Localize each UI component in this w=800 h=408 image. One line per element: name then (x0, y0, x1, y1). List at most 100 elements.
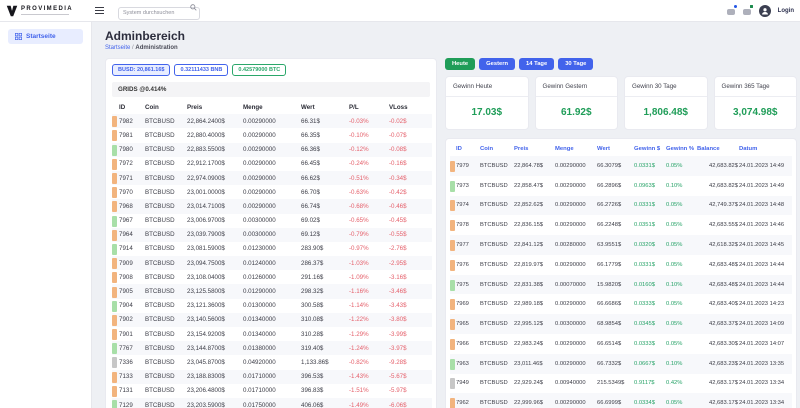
column-header: Gewinn $ (634, 142, 666, 156)
table-row: 7965BTCBUSD22,995.12$0.0030000068.9854$0… (450, 314, 792, 334)
period-button-gestern[interactable]: Gestern (479, 58, 515, 70)
table-row: 7949BTCBUSD22,929.24$0.00940000215.5349$… (450, 374, 792, 394)
notifications-icon[interactable] (727, 6, 736, 15)
table-row: 7963BTCBUSD23,011.46$0.0029000066.7332$0… (450, 354, 792, 374)
cell-gewinn_pct: 0.42% (666, 374, 697, 394)
logo-tagline (21, 14, 69, 16)
cell-id: 7971 (119, 171, 145, 185)
cell-gewinn_usd: 0.0331$ (634, 156, 666, 176)
btc-balance-badge: 0.42579000 BTC (232, 64, 286, 76)
row-status-indicator (112, 114, 119, 128)
cell-wert: 66.35$ (301, 128, 349, 142)
cell-preis: 23,188.8300$ (187, 370, 243, 384)
cell-preis: 23,045.8700$ (187, 355, 243, 369)
cell-id: 7131 (119, 384, 145, 398)
cell-menge: 0.01290000 (243, 284, 301, 298)
row-status-indicator (112, 171, 119, 185)
cell-coin: BTCBUSD (145, 370, 187, 384)
login-button[interactable]: Login (778, 8, 794, 14)
cell-datum: 24.01.2023 14:44 (739, 255, 792, 275)
cell-preis: 23,140.5600$ (187, 313, 243, 327)
cell-id: 7981 (119, 128, 145, 142)
cell-gewinn_pct: 0.05% (666, 235, 697, 255)
cell-vloss: -0.07$ (389, 128, 432, 142)
cell-pl: -1.22% (349, 313, 389, 327)
row-status-indicator (112, 341, 119, 355)
row-status-indicator (112, 299, 119, 313)
cell-wert: 66.3079$ (597, 156, 634, 176)
cell-datum: 24.01.2023 14:46 (739, 215, 792, 235)
column-header: Coin (145, 100, 187, 114)
cell-preis: 22,836.15$ (514, 215, 555, 235)
cell-pl: -1.43% (349, 370, 389, 384)
cell-id: 7767 (119, 341, 145, 355)
row-status-indicator (112, 185, 119, 199)
cell-preis: 23,001.0000$ (187, 185, 243, 199)
cell-wert: 66.62$ (301, 171, 349, 185)
cell-id: 7902 (119, 313, 145, 327)
cell-id: 7980 (119, 143, 145, 157)
column-header: VLoss (389, 100, 432, 114)
cell-gewinn_usd: 0.0320$ (634, 235, 666, 255)
cell-preis: 22,883.5500$ (187, 143, 243, 157)
cell-vloss: -0.34$ (389, 171, 432, 185)
cell-menge: 0.00290000 (555, 176, 597, 196)
cell-coin: BTCBUSD (145, 242, 187, 256)
cell-menge: 0.04920000 (243, 355, 301, 369)
row-status-indicator (112, 228, 119, 242)
cell-vloss: -0.45$ (389, 214, 432, 228)
cell-wert: 66.7332$ (597, 354, 634, 374)
cell-coin: BTCBUSD (480, 393, 514, 408)
cell-preis: 22,841.12$ (514, 235, 555, 255)
cell-coin: BTCBUSD (145, 143, 187, 157)
cell-gewinn_pct: 0.10% (666, 354, 697, 374)
table-row: 7904BTCBUSD23,121.3600$0.01300000300.58$… (112, 299, 432, 313)
cell-menge: 0.00290000 (555, 156, 597, 176)
cell-menge: 0.01710000 (243, 370, 301, 384)
table-row: 7901BTCBUSD23,154.9200$0.01340000310.28$… (112, 327, 432, 341)
card-gewinn-heute: Gewinn Heute 17.03$ (445, 76, 529, 130)
cell-pl: -0.79% (349, 228, 389, 242)
table-row: 7982BTCBUSD22,864.2400$0.0029000066.31$-… (112, 114, 432, 128)
cell-coin: BTCBUSD (145, 114, 187, 128)
cell-id: 7977 (456, 235, 480, 255)
cell-id: 7129 (119, 398, 145, 408)
cell-pl: -0.24% (349, 157, 389, 171)
cell-wert: 291.16$ (301, 270, 349, 284)
avatar[interactable] (759, 5, 771, 17)
cell-datum: 24.01.2023 13:35 (739, 354, 792, 374)
period-button-30-tage[interactable]: 30 Tage (558, 58, 593, 70)
cell-gewinn_usd: 0.0345$ (634, 314, 666, 334)
cell-menge: 0.00300000 (555, 314, 597, 334)
cell-menge: 0.00290000 (555, 294, 597, 314)
messages-icon[interactable] (743, 6, 752, 15)
cell-id: 7973 (456, 176, 480, 196)
cell-menge: 0.00070000 (555, 275, 597, 295)
period-button-heute[interactable]: Heute (445, 58, 475, 70)
menu-toggle-icon[interactable] (95, 5, 104, 15)
cell-wert: 319.40$ (301, 341, 349, 355)
period-button-14-tage[interactable]: 14 Tage (519, 58, 554, 70)
table-row: 7978BTCBUSD22,836.15$0.0029000066.2248$0… (450, 215, 792, 235)
cell-vloss: -3.43$ (389, 299, 432, 313)
search-input[interactable] (118, 7, 200, 20)
breadcrumb-home[interactable]: Startseite (105, 45, 130, 51)
cell-preis: 23,006.9700$ (187, 214, 243, 228)
row-status-indicator (112, 143, 119, 157)
row-status-indicator (112, 398, 119, 408)
cell-pl: -1.16% (349, 284, 389, 298)
cell-preis: 22,852.62$ (514, 196, 555, 216)
column-header: ID (456, 142, 480, 156)
cell-coin: BTCBUSD (145, 185, 187, 199)
cell-menge: 0.00280000 (555, 235, 597, 255)
cell-vloss: -2.76$ (389, 242, 432, 256)
topbar: PROVIMEDIA Login (0, 0, 800, 22)
cell-id: 7972 (119, 157, 145, 171)
cell-preis: 23,081.5900$ (187, 242, 243, 256)
period-filter: Heute Gestern 14 Tage 30 Tage (445, 58, 797, 70)
cell-wert: 396.53$ (301, 370, 349, 384)
table-row: 7966BTCBUSD22,983.24$0.0029000066.6514$0… (450, 334, 792, 354)
search-icon (190, 4, 197, 11)
sidebar-item-startseite[interactable]: Startseite (8, 29, 83, 44)
cell-vloss: -5.67$ (389, 370, 432, 384)
